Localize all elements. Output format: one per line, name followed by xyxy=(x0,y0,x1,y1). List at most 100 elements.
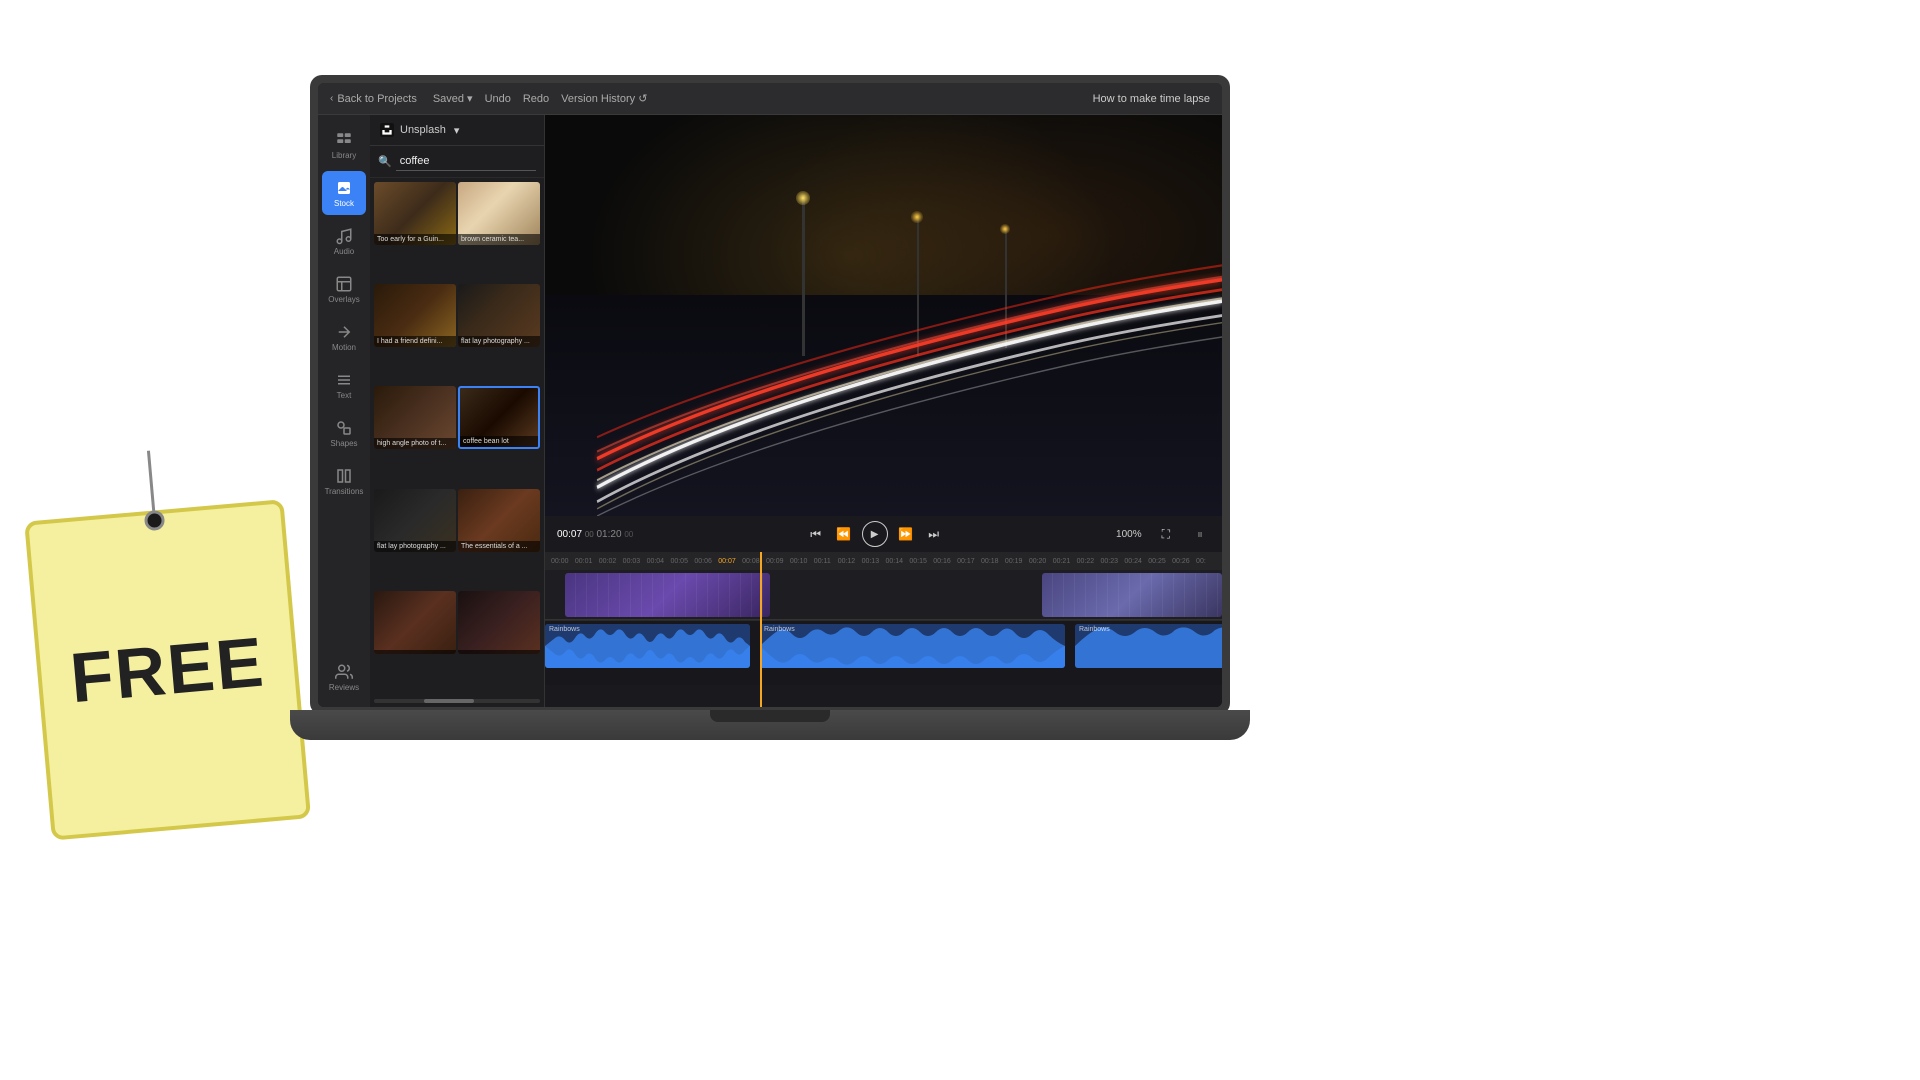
fullscreen-button[interactable]: ⛶ xyxy=(1162,527,1170,542)
scroll-bar[interactable] xyxy=(374,699,540,703)
video-preview xyxy=(545,115,1222,516)
sidebar-item-text[interactable]: Text xyxy=(322,363,366,407)
saved-dropdown-icon[interactable]: ▾ xyxy=(467,92,473,105)
image-thumb-3[interactable]: I had a friend defini... xyxy=(374,284,456,347)
version-history-icon: ↺ xyxy=(638,93,647,105)
search-box: 🔍 xyxy=(370,146,544,178)
image-caption-9 xyxy=(374,650,456,654)
fast-forward-button[interactable]: ⏩ xyxy=(896,524,916,544)
overlays-label: Overlays xyxy=(328,295,360,304)
laptop-shell: ‹ Back to Projects Saved ▾ Undo Redo Ver… xyxy=(310,75,1230,715)
sidebar-item-reviews[interactable]: Reviews xyxy=(322,655,366,699)
image-thumb-6[interactable]: coffee bean lot xyxy=(458,386,540,449)
waveform-svg-2 xyxy=(760,624,1065,668)
ruler-mark: 00:03 xyxy=(621,558,645,565)
ruler-mark: 00:20 xyxy=(1027,558,1051,565)
image-thumb-5[interactable]: high angle photo of t... xyxy=(374,386,456,449)
library-icon xyxy=(335,131,353,149)
ruler-mark: 00:10 xyxy=(788,558,812,565)
laptop-base xyxy=(290,710,1250,740)
audio-track[interactable]: Rainbows Rainbows xyxy=(545,620,1222,685)
ruler-mark: 00:12 xyxy=(836,558,860,565)
ruler-mark: 00:22 xyxy=(1075,558,1099,565)
sidebar-icons: Library Stock Audio Overlays Motion xyxy=(318,115,370,707)
image-caption-1: Too early for a Guin... xyxy=(374,234,456,245)
video-track[interactable] xyxy=(545,570,1222,620)
image-caption-10 xyxy=(458,650,540,654)
stock-label: Stock xyxy=(334,199,354,208)
video-clip-1[interactable] xyxy=(565,573,770,617)
skip-to-start-button[interactable]: ⏮ xyxy=(806,524,826,544)
light-trails-svg xyxy=(545,115,1222,516)
image-thumb-9[interactable] xyxy=(374,591,456,654)
ruler-mark: 00:17 xyxy=(955,558,979,565)
image-thumb-8[interactable]: The essentials of a ... xyxy=(458,489,540,552)
image-caption-3: I had a friend defini... xyxy=(374,336,456,347)
ruler-mark: 00:18 xyxy=(979,558,1003,565)
image-thumb-10[interactable] xyxy=(458,591,540,654)
sidebar-item-transitions[interactable]: Transitions xyxy=(322,459,366,503)
image-caption-2: brown ceramic tea... xyxy=(458,234,540,245)
audio-waveform-2: Rainbows xyxy=(760,624,1065,668)
ruler-mark: 00:13 xyxy=(860,558,884,565)
sidebar-item-audio[interactable]: Audio xyxy=(322,219,366,263)
rewind-button[interactable]: ⏪ xyxy=(834,524,854,544)
unsplash-icon xyxy=(380,123,394,137)
skip-to-end-button[interactable]: ⏭ xyxy=(924,524,944,544)
sidebar-item-overlays[interactable]: Overlays xyxy=(322,267,366,311)
time-display: 00:07 00 01:20 00 xyxy=(557,529,633,540)
ruler-mark: 00:23 xyxy=(1098,558,1122,565)
sidebar-item-library[interactable]: Library xyxy=(322,123,366,167)
ruler-mark: 00:21 xyxy=(1051,558,1075,565)
ruler-mark: 00:04 xyxy=(645,558,669,565)
play-button[interactable]: ▶ xyxy=(862,521,888,547)
image-thumb-7[interactable]: flat lay photography ... xyxy=(374,489,456,552)
audio-clip-2[interactable]: Rainbows xyxy=(760,624,1065,668)
total-time: 01:20 xyxy=(597,529,622,540)
version-history-button[interactable]: Version History ↺ xyxy=(561,92,647,105)
sidebar-item-stock[interactable]: Stock xyxy=(322,171,366,215)
total-frames: 00 xyxy=(624,530,633,539)
audio-label: Audio xyxy=(334,247,354,256)
audio-label-3: Rainbows xyxy=(1079,626,1110,633)
redo-button[interactable]: Redo xyxy=(523,93,549,105)
ruler-mark: 00:01 xyxy=(573,558,597,565)
audio-waveform-1: Rainbows xyxy=(545,624,750,668)
free-tag-decoration: FREE xyxy=(0,438,331,843)
video-clip-2[interactable] xyxy=(1042,573,1222,617)
ruler-mark: 00:02 xyxy=(597,558,621,565)
back-to-projects-button[interactable]: ‹ Back to Projects xyxy=(330,93,417,105)
free-tag-text: FREE xyxy=(67,622,268,719)
clip-segment xyxy=(1042,573,1222,617)
ruler-mark: 00:05 xyxy=(668,558,692,565)
image-thumb-2[interactable]: brown ceramic tea... xyxy=(458,182,540,245)
stock-icon xyxy=(335,179,353,197)
sidebar-item-shapes[interactable]: Shapes xyxy=(322,411,366,455)
motion-icon xyxy=(335,323,353,341)
ruler-mark: 00: xyxy=(1194,558,1218,565)
overlays-icon xyxy=(335,275,353,293)
sidebar-item-motion[interactable]: Motion xyxy=(322,315,366,359)
audio-clip-1[interactable]: Rainbows xyxy=(545,624,750,668)
motion-label: Motion xyxy=(332,343,356,352)
audio-icon xyxy=(335,227,353,245)
provider-name: Unsplash xyxy=(400,124,446,136)
image-caption-4: flat lay photography ... xyxy=(458,336,540,347)
audio-clip-3[interactable]: Rainbows xyxy=(1075,624,1222,668)
back-label: Back to Projects xyxy=(337,93,416,105)
image-grid: Too early for a Guin... brown ceramic te… xyxy=(370,178,544,695)
transitions-label: Transitions xyxy=(325,487,364,496)
image-thumb-1[interactable]: Too early for a Guin... xyxy=(374,182,456,245)
undo-button[interactable]: Undo xyxy=(485,93,511,105)
reviews-icon xyxy=(335,663,353,681)
audio-label-1: Rainbows xyxy=(549,626,580,633)
image-thumb-4[interactable]: flat lay photography ... xyxy=(458,284,540,347)
shapes-icon xyxy=(335,419,353,437)
ruler-mark: 00:09 xyxy=(764,558,788,565)
highway-background xyxy=(545,115,1222,516)
search-icon: 🔍 xyxy=(378,155,392,168)
current-frames: 00 xyxy=(585,530,594,539)
provider-dropdown-icon[interactable]: ▾ xyxy=(454,124,460,137)
search-input[interactable] xyxy=(396,152,536,171)
image-caption-7: flat lay photography ... xyxy=(374,541,456,552)
